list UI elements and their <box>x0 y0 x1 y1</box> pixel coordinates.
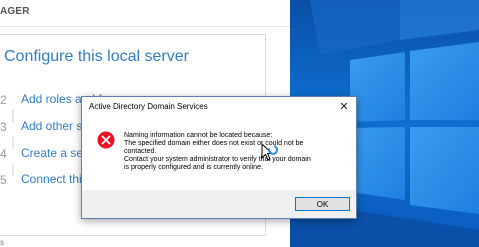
step-label[interactable]: Add other s <box>21 119 82 133</box>
step-connector <box>12 164 14 176</box>
close-icon[interactable]: ✕ <box>336 99 352 115</box>
header-divider <box>0 26 290 27</box>
step-number: 4 <box>0 147 7 161</box>
step-connector <box>12 110 14 122</box>
message-line: Contact your system administrator to ver… <box>124 156 311 163</box>
dialog-titlebar[interactable]: Active Directory Domain Services ✕ <box>82 97 356 117</box>
error-message: Naming information cannot be located bec… <box>124 132 349 172</box>
step-label[interactable]: Create a ser <box>21 146 87 160</box>
server-manager-header-title: AGER <box>0 6 30 17</box>
step-number: 5 <box>0 173 7 187</box>
error-dialog: Active Directory Domain Services ✕ Namin… <box>81 96 357 219</box>
section-label: s <box>0 238 4 247</box>
busy-cursor-icon <box>261 143 278 161</box>
step-label[interactable]: Connect thi <box>21 172 82 186</box>
step-number: 2 <box>0 93 7 107</box>
message-line: Naming information cannot be located bec… <box>124 132 273 139</box>
message-line: is properly configured and is currently … <box>124 164 263 171</box>
step-connector <box>12 137 14 149</box>
dialog-footer: OK <box>82 190 356 218</box>
message-line: The specified domain either does not exi… <box>124 140 304 147</box>
step-number: 3 <box>0 120 7 134</box>
ok-button[interactable]: OK <box>295 197 350 211</box>
server-manager-header: AGER <box>0 0 290 26</box>
dialog-title: Active Directory Domain Services <box>89 102 208 111</box>
error-icon <box>97 131 115 149</box>
configure-local-server-link[interactable]: Configure this local server <box>4 48 189 66</box>
message-line: contacted. <box>124 148 157 155</box>
dialog-content: Naming information cannot be located bec… <box>82 117 356 190</box>
